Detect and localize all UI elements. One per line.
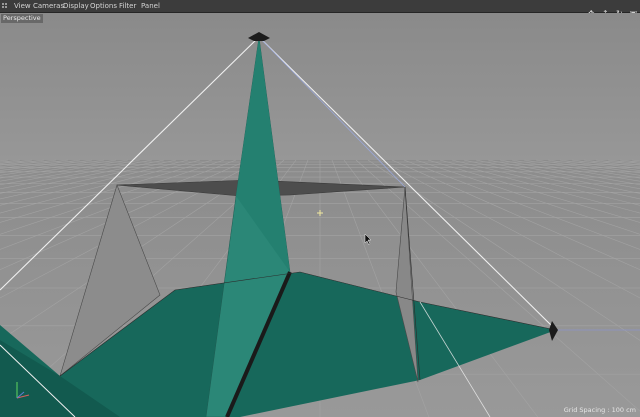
menu-display[interactable]: Display [63,1,89,12]
menu-panel[interactable]: Panel [141,1,160,12]
viewport-nav-icons: ✥ ↕ ↻ ▣ [587,1,638,18]
menu-view[interactable]: View [14,1,31,12]
viewport-menu-bar: View Cameras Display Options Filter Pane… [0,0,640,18]
viewport-scene [0,13,640,417]
panel-grip-icon[interactable] [2,3,8,9]
perspective-viewport[interactable]: Perspective Grid Spacing : 100 cm [0,13,640,417]
viewport-camera-label[interactable]: Perspective [1,14,43,23]
menu-filter[interactable]: Filter [119,1,136,12]
background-sky [0,13,640,160]
menu-options[interactable]: Options [90,1,117,12]
menu-cameras[interactable]: Cameras [33,1,64,12]
grid-spacing-readout: Grid Spacing : 100 cm [563,406,636,414]
